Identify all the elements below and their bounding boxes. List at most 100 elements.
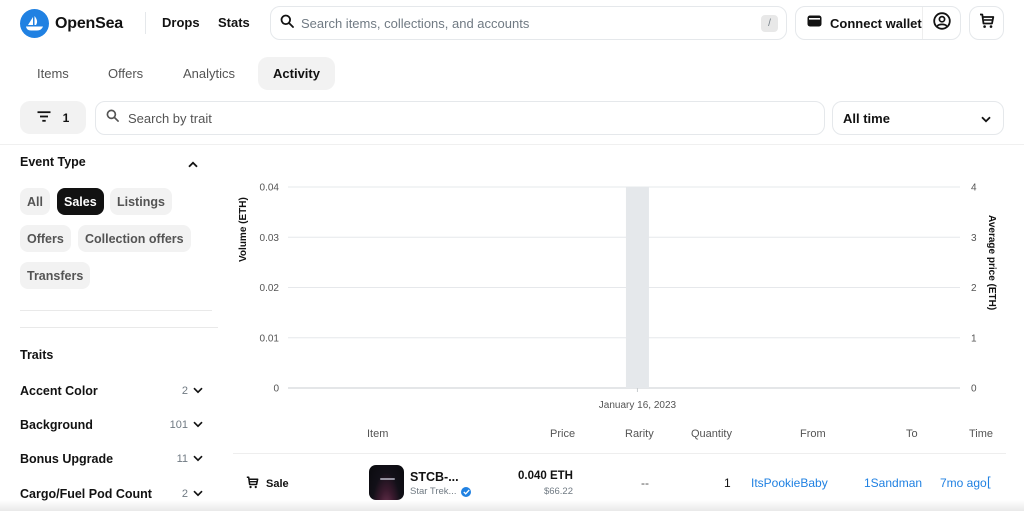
column-header-item: Item <box>367 428 388 440</box>
price-usd: $66.22 <box>544 486 573 497</box>
search-icon <box>106 109 119 127</box>
filter-row-divider <box>0 144 1024 145</box>
cart-icon <box>979 13 995 34</box>
filter-count: 1 <box>63 111 70 125</box>
item-name-link[interactable]: STCB-... <box>410 470 459 484</box>
chevron-down-icon <box>193 385 203 397</box>
trait-filter-accent-color[interactable]: Accent Color 2 <box>20 384 203 398</box>
column-header-to: To <box>906 428 918 440</box>
trait-count: 2 <box>182 488 188 500</box>
event-chip-all[interactable]: All <box>20 188 50 215</box>
global-search-input[interactable]: Search items, collections, and accounts … <box>270 6 787 40</box>
nav-drops[interactable]: Drops <box>162 15 200 30</box>
event-type-heading: Event Type <box>20 155 86 169</box>
column-header-from: From <box>800 428 826 440</box>
bottom-fade <box>0 500 1024 511</box>
trait-name: Accent Color <box>20 384 98 398</box>
account-button-group: Connect wallet <box>795 6 961 40</box>
trait-name: Background <box>20 418 93 432</box>
event-chip-sales[interactable]: Sales <box>57 188 104 215</box>
nft-thumbnail[interactable] <box>369 465 404 500</box>
trait-filter-background[interactable]: Background 101 <box>20 418 203 432</box>
filter-icon <box>37 111 51 125</box>
filter-toggle-button[interactable]: 1 <box>20 101 86 134</box>
collection-name-text: Star Trek... <box>410 486 456 497</box>
cart-button[interactable] <box>969 6 1004 40</box>
y-tick-label-left: 0.01 <box>260 333 280 344</box>
column-header-time: Time <box>969 428 993 440</box>
collection-name[interactable]: Star Trek... <box>410 486 471 497</box>
tab-analytics[interactable]: Analytics <box>170 57 248 90</box>
column-header-price: Price <box>550 428 575 440</box>
y-tick-label-right: 2 <box>971 283 977 294</box>
header-divider <box>145 12 146 34</box>
y-tick-label-left: 0.04 <box>260 183 280 194</box>
sidebar-divider <box>20 310 212 311</box>
y-tick-label-right: 1 <box>971 333 977 344</box>
profile-button[interactable] <box>923 7 960 39</box>
connect-wallet-label: Connect wallet <box>830 16 922 31</box>
event-type-cell: Sale <box>246 476 289 492</box>
trait-search-placeholder: Search by trait <box>128 111 212 126</box>
time-range-value: All time <box>843 111 890 126</box>
rarity-cell: -- <box>641 476 649 490</box>
from-account-link[interactable]: ItsPookieBaby <box>751 476 828 490</box>
trait-count: 101 <box>170 419 188 431</box>
sidebar-divider <box>20 327 218 328</box>
trait-name: Cargo/Fuel Pod Count <box>20 487 152 501</box>
chevron-down-icon <box>193 419 203 431</box>
chevron-up-icon[interactable] <box>188 155 198 173</box>
column-header-quantity: Quantity <box>691 428 732 440</box>
event-chip-collection-offers[interactable]: Collection offers <box>78 225 191 252</box>
trait-search-input[interactable]: Search by trait <box>95 101 825 135</box>
y-tick-label-left: 0.03 <box>260 233 280 244</box>
tab-activity[interactable]: Activity <box>258 57 335 90</box>
x-tick-label: January 16, 2023 <box>599 400 677 411</box>
y-tick-label-right: 4 <box>971 183 977 194</box>
time-range-select[interactable]: All time <box>832 101 1004 135</box>
table-header-divider <box>233 453 1006 454</box>
volume-price-chart: 0 0 0.01 1 0.02 2 0.03 3 0.04 4 January 16, 2023 <box>230 170 990 420</box>
y-tick-label-left: 0 <box>273 384 279 395</box>
trait-count: 11 <box>177 453 188 465</box>
trait-name: Bonus Upgrade <box>20 452 113 466</box>
trait-filter-cargo-fuel-pod-count[interactable]: Cargo/Fuel Pod Count 2 <box>20 487 203 501</box>
event-chip-transfers[interactable]: Transfers <box>20 262 90 289</box>
opensea-logo[interactable]: OpenSea <box>20 9 123 38</box>
top-nav-bar: OpenSea Drops Stats Search items, collec… <box>0 0 1024 46</box>
trait-count: 2 <box>182 385 188 397</box>
profile-icon <box>933 12 951 35</box>
column-header-rarity: Rarity <box>625 428 654 440</box>
y-tick-label-right: 3 <box>971 233 977 244</box>
wallet-icon <box>807 14 822 32</box>
y-axis-title-right: Average price (ETH) <box>986 215 997 310</box>
volume-bar <box>626 187 649 388</box>
trait-filter-bonus-upgrade[interactable]: Bonus Upgrade 11 <box>20 452 203 466</box>
verified-badge-icon <box>461 487 471 497</box>
event-chip-listings[interactable]: Listings <box>110 188 172 215</box>
traits-heading: Traits <box>20 348 53 362</box>
y-axis-title-left: Volume (ETH) <box>238 197 249 262</box>
opensea-logo-icon <box>20 9 49 38</box>
chevron-down-icon <box>193 453 203 465</box>
chevron-down-icon <box>193 488 203 500</box>
search-placeholder: Search items, collections, and accounts <box>301 16 529 31</box>
quantity-cell: 1 <box>724 476 731 490</box>
y-tick-label-right: 0 <box>971 384 977 395</box>
time-link[interactable]: 7mo ago <box>940 476 987 490</box>
connect-wallet-button[interactable]: Connect wallet <box>796 7 923 39</box>
event-chip-offers[interactable]: Offers <box>20 225 71 252</box>
tab-items[interactable]: Items <box>24 57 82 90</box>
event-type-label: Sale <box>266 478 289 490</box>
brand-name: OpenSea <box>55 15 123 33</box>
price-eth: 0.040 ETH <box>518 470 573 482</box>
search-shortcut-key: / <box>761 15 778 32</box>
y-tick-label-left: 0.02 <box>260 283 280 294</box>
to-account-link[interactable]: 1Sandman <box>864 476 922 490</box>
nav-stats[interactable]: Stats <box>218 15 250 30</box>
tab-offers[interactable]: Offers <box>95 57 156 90</box>
chevron-down-icon <box>981 111 991 126</box>
cart-icon <box>246 476 259 492</box>
external-link-icon[interactable]: [ <box>987 474 991 489</box>
search-icon <box>280 14 294 33</box>
